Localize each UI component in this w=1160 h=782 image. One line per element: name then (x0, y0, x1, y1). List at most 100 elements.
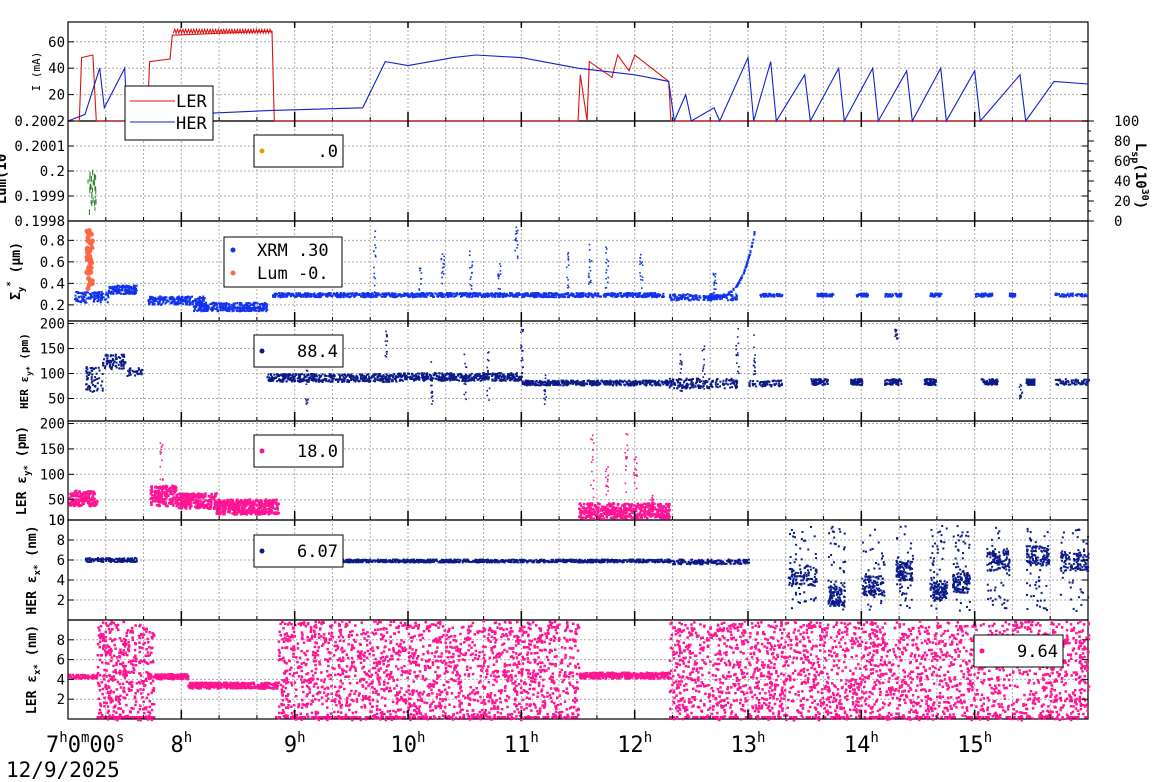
her-ex-axis-label: HER εx* (nm) (25, 525, 43, 614)
legend-marker (979, 648, 985, 654)
ler-ex-axis-label: LER εx* (nm) (25, 625, 43, 714)
her-ex-seg-3 (895, 525, 915, 609)
ler-sawtooth (172, 27, 272, 35)
legend-label-lum: Lum -0. (257, 264, 329, 284)
her-ex-seg-6 (986, 526, 1011, 610)
y-tick-label: 0.4 (40, 276, 65, 292)
her-ey-points-2 (102, 353, 127, 371)
y-tick-label: 0.1998 (14, 214, 65, 230)
hour-label: 13h (731, 730, 766, 758)
xrm-spikes (373, 226, 717, 296)
her-ey-points-8 (748, 379, 783, 388)
y2-tick-label: 80 (1114, 134, 1131, 150)
y-tick-label: 8 (57, 533, 65, 549)
hour-label: 14h (844, 730, 879, 758)
y-tick-label: 2 (57, 692, 65, 708)
sigma-legend: XRM .30 Lum -0. (223, 236, 343, 288)
y2-tick-label: 60 (1114, 154, 1131, 170)
y-tick-label: 150 (40, 342, 65, 358)
y-tick-label: 8 (57, 633, 65, 649)
y2-tick-label: 40 (1114, 174, 1131, 190)
panel-frame (67, 320, 1089, 422)
xrm-points-4 (192, 301, 269, 313)
her-ex-legend: 6.07 (253, 534, 344, 568)
her-ey-axis-label: HER εy* (pm) (18, 333, 34, 409)
xrm-points-1 (74, 290, 110, 304)
chart-canvas: 2040600.19980.19990.20.20010.20020.20.40… (0, 21, 1150, 782)
ler-ey-points-5 (578, 502, 671, 520)
legend-marker (259, 148, 265, 154)
y-tick-label: 2 (57, 593, 65, 609)
hour-label: 15h (957, 730, 992, 758)
y-tick-label: 40 (48, 61, 65, 77)
her-ex-seg-0 (787, 526, 818, 610)
y-tick-label: 150 (40, 442, 65, 458)
y-tick-label: 6 (57, 653, 65, 669)
legend-marker-xrm (230, 247, 236, 253)
y-tick-label: 20 (48, 88, 65, 104)
y-tick-label: 0.1999 (14, 189, 65, 205)
y-tick-label: 4 (57, 573, 65, 589)
hour-label: 12h (617, 730, 652, 758)
hour-labels: 8h 9h 10h 11h 12h 13h 14h 15h (170, 730, 992, 758)
legend-marker (259, 348, 265, 354)
xrm-points-5 (272, 292, 398, 299)
xrm-points-seg-1 (816, 292, 835, 298)
y-tick-label: 0.2 (40, 298, 65, 314)
ler-ey-points-4 (215, 498, 280, 516)
her-ex-seg-8 (1059, 528, 1090, 612)
lsp-axis-label: Lsp(1030) (1129, 143, 1150, 209)
legend-label: 6.07 (297, 542, 338, 562)
ler-ey-axis-label: LER εy* (pm) (15, 426, 33, 515)
legend-label-xrm: XRM .30 (257, 241, 329, 261)
y-tick-label: 50 (48, 493, 65, 509)
y-tick-label: 100 (40, 467, 65, 483)
sigma-axis-label: Σy* (μm) (6, 242, 27, 300)
her-ey-seg-6 (1054, 378, 1090, 386)
time-axis: 7h0m00s 8h 9h 10h 11h 12h 13h 14h 15h 12/9/2025 (6, 730, 992, 782)
her-ey-points-1 (85, 366, 104, 393)
her-ey-seg-3 (923, 378, 937, 386)
xrm-points-seg-6 (1008, 292, 1017, 298)
y2-tick-label: 100 (1114, 114, 1139, 130)
y-tick-label: 0.8 (40, 233, 65, 249)
hour-label: 10h (391, 730, 426, 758)
xrm-points-seg-7 (1054, 292, 1089, 298)
y2-tick-label: 0 (1114, 214, 1122, 230)
panel-frames (67, 21, 1089, 720)
y2-tick-label: 20 (1114, 194, 1131, 210)
xrm-points-seg-0 (759, 292, 784, 298)
ler-ex-legend: 9.64 (973, 634, 1064, 668)
lum-trace (87, 169, 97, 215)
xrm-points-seg-2 (855, 292, 869, 298)
lum-axis-label: Lum(10 (0, 154, 10, 205)
ler-ex-points-4 (578, 671, 672, 680)
ler-ey-legend: 18.0 (253, 434, 344, 468)
legend-label-ler: LER (176, 92, 207, 112)
her-ey-seg-0 (810, 378, 829, 386)
y-tick-label: 200 (40, 417, 65, 433)
ler-ey-spikes (159, 433, 655, 511)
her-ey-seg-1 (850, 378, 864, 386)
her-ey-seg-4 (980, 378, 999, 386)
xrm-points-6 (397, 292, 665, 299)
time-start-label: 7h0m00s (46, 730, 124, 758)
hour-label: 9h (284, 730, 306, 758)
her-ey-legend: 88.4 (253, 334, 344, 368)
ler-ey-points-1 (68, 489, 99, 508)
legend-label: 88.4 (297, 342, 338, 362)
xrm-points-seg-5 (974, 292, 994, 298)
ler-ex-noise-1 (96, 620, 156, 722)
legend-marker (259, 548, 265, 554)
panel-frame (67, 519, 1089, 621)
legend-label: 18.0 (297, 442, 338, 462)
y-tick-label: 60 (48, 35, 65, 51)
y-tick-label: 0.6 (40, 255, 65, 271)
panel-grids (68, 22, 1088, 719)
ler-ey-points-3 (175, 492, 218, 510)
legend-label-her: HER (176, 114, 207, 134)
series-line-ler (68, 30, 1088, 122)
date-label: 12/9/2025 (6, 758, 120, 782)
her-ex-seg-1 (827, 525, 847, 611)
current-legend: LERHER (124, 85, 214, 141)
